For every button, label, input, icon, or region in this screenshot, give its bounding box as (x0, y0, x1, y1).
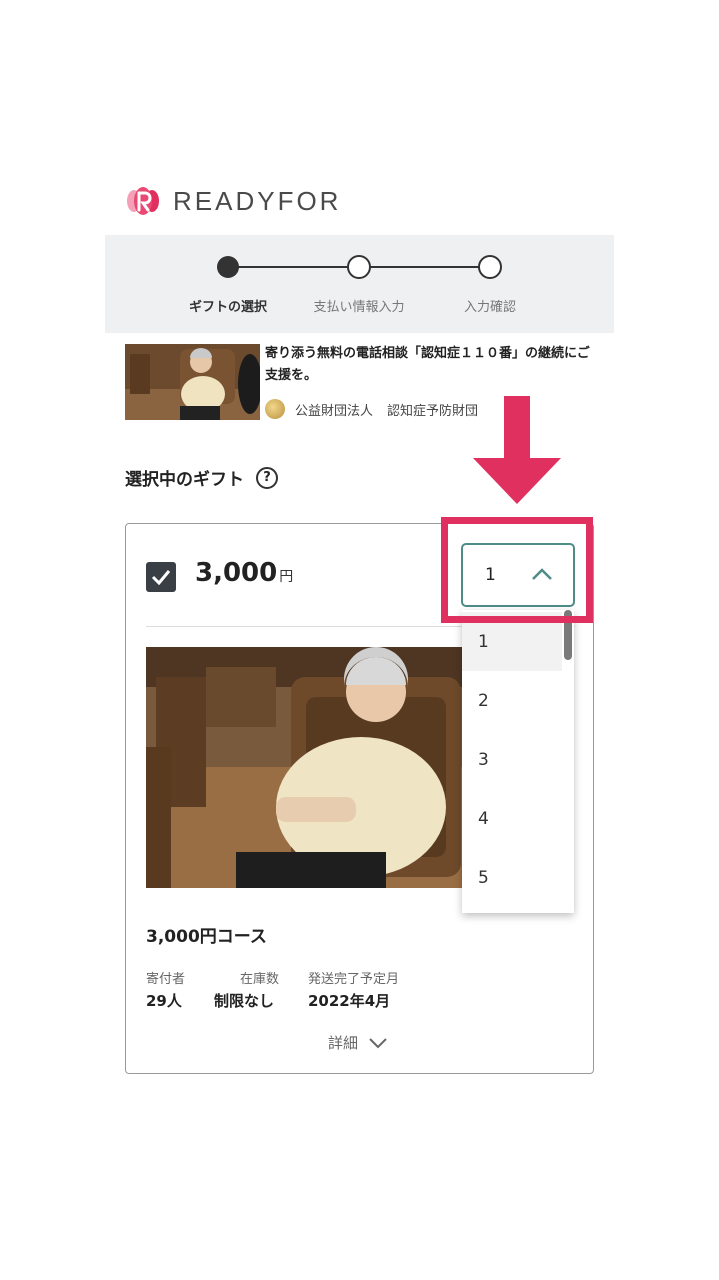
course-name: 3,000円コース (146, 927, 267, 947)
stepper-track (217, 255, 502, 279)
stock-value: 制限なし (214, 992, 275, 1010)
details-label: 詳細 (328, 1034, 359, 1052)
details-toggle[interactable]: 詳細 (328, 1032, 388, 1053)
project-title[interactable]: 寄り添う無料の電話相談「認知症１１０番」の継続にご支援を。 (265, 343, 600, 387)
question-circle-icon[interactable]: ? (256, 466, 278, 489)
organization-avatar (265, 399, 285, 419)
section-title: 選択中のギフト ? (125, 465, 278, 490)
quantity-option[interactable]: 3 (462, 730, 562, 789)
step-label-payment: 支払い情報入力 (313, 300, 405, 315)
gift-photo (146, 647, 464, 888)
organization-type: 公益財団法人 (295, 403, 374, 419)
checkmark-icon (151, 570, 171, 585)
gift-price: 3,000 円 (195, 558, 293, 588)
progress-stepper: ギフトの選択 支払い情報入力 入力確認 (105, 235, 614, 333)
quantity-option[interactable]: 5 (462, 848, 562, 907)
arrow-down-icon (473, 396, 561, 504)
project-organization: 公益財団法人 認知症予防財団 (265, 399, 492, 419)
supporters-label: 寄付者 (146, 972, 186, 987)
gift-checkbox[interactable] (146, 562, 176, 592)
ship-month-label: 発送完了予定月 (308, 972, 400, 987)
step-label-gift: ギフトの選択 (188, 300, 268, 315)
step-label-confirm: 入力確認 (463, 300, 517, 315)
ship-month-value: 2022年4月 (308, 992, 391, 1010)
highlight-box (441, 517, 593, 623)
quantity-option[interactable]: 2 (462, 671, 562, 730)
readyfor-logo[interactable]: READYFOR (125, 185, 341, 217)
step-dot-1 (217, 256, 239, 278)
stock-label: 在庫数 (240, 972, 280, 987)
project-thumbnail (125, 344, 260, 420)
gift-price-amount: 3,000 (195, 558, 278, 588)
supporters-value: 29人 (146, 992, 182, 1010)
selected-gift-heading: 選択中のギフト (125, 470, 244, 490)
organization-name: 認知症予防財団 (387, 403, 479, 419)
step-dot-3 (478, 255, 502, 279)
chevron-down-icon (369, 1037, 387, 1048)
quantity-dropdown: 1 2 3 4 5 (462, 610, 574, 913)
readyfor-logo-mark (125, 185, 161, 217)
quantity-option[interactable]: 4 (462, 789, 562, 848)
logo-text: READYFOR (173, 185, 342, 216)
gift-price-unit: 円 (279, 569, 294, 585)
step-dot-2 (347, 255, 371, 279)
